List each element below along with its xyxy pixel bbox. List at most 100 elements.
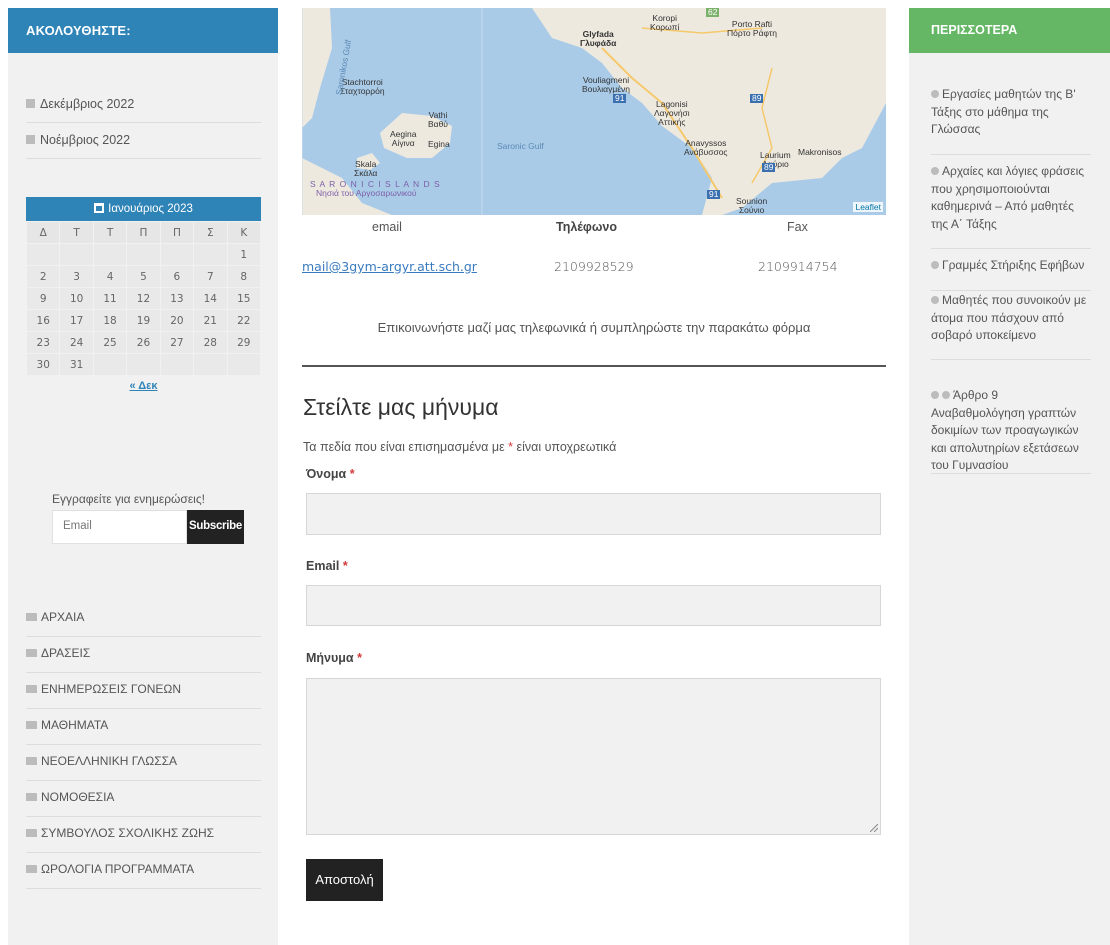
- calendar-day: 27: [159, 331, 195, 354]
- calendar-empty-cell: [25, 243, 61, 266]
- message-textarea[interactable]: [306, 678, 881, 835]
- calendar-day: 14: [193, 287, 228, 310]
- folder-icon: [26, 757, 37, 765]
- calendar-caption: Ιανουάριος 2023: [26, 197, 261, 221]
- bullet-icon: [931, 261, 939, 269]
- follow-header: ΑΚΟΛΟΥΘΗΣΤΕ:: [8, 8, 278, 53]
- map-label-koropi: Koropi Κορωπί: [650, 13, 680, 32]
- map-road-91: 91: [613, 93, 627, 103]
- calendar-day: 7: [193, 265, 228, 288]
- calendar-weekday: Π: [159, 221, 195, 244]
- folder-icon: [26, 613, 37, 621]
- name-input[interactable]: [306, 493, 881, 535]
- calendar-weekday: Σ: [193, 221, 228, 244]
- calendar-empty-cell: [193, 243, 228, 266]
- bullet-icon: [931, 90, 939, 98]
- calendar-empty-cell: [59, 243, 94, 266]
- calendar-day: 3: [59, 265, 94, 288]
- calendar-day: 5: [126, 265, 161, 288]
- calendar-day: 30: [25, 353, 61, 376]
- calendar-prev-month-link[interactable]: « Δεκ: [129, 380, 157, 392]
- email-label: Email *: [306, 559, 348, 573]
- calendar-day: 9: [25, 287, 61, 310]
- calendar-weekday: Π: [126, 221, 161, 244]
- category-link[interactable]: ΜΑΘΗΜΑΤΑ: [26, 709, 261, 745]
- calendar-day: 16: [25, 309, 61, 332]
- calendar-weekday: Κ: [226, 221, 262, 244]
- email-input[interactable]: [306, 585, 881, 626]
- calendar-day: 20: [159, 309, 195, 332]
- more-item-link[interactable]: Γραμμές Στήριξης Εφήβων: [931, 257, 1091, 291]
- calendar-weekday: Τ: [59, 221, 94, 244]
- subscribe-button[interactable]: Subscribe: [187, 510, 244, 544]
- category-link[interactable]: ΝΕΟΕΛΛΗΝΙΚΗ ΓΛΩΣΣΑ: [26, 745, 261, 781]
- map-road-62: 62: [706, 8, 720, 17]
- bullet-icon: [931, 167, 939, 175]
- message-label: Μήνυμα *: [306, 651, 362, 665]
- map-label-stachtoroi: Stachtorroi Σταχτορρόη: [340, 77, 385, 96]
- leaflet-attribution-link[interactable]: Leaflet: [853, 202, 883, 212]
- map-road-89: 89: [750, 93, 764, 103]
- map-road-91b: 91: [707, 189, 721, 199]
- map-label-egina: Egina: [428, 139, 450, 149]
- form-title: Στείλτε μας μήνυμα: [303, 394, 499, 420]
- subscribe-email-input[interactable]: Email: [52, 510, 187, 544]
- resize-handle-icon[interactable]: [870, 824, 878, 832]
- calendar-day: 22: [226, 309, 262, 332]
- contact-email-link[interactable]: mail@3gym-argyr.att.sch.gr: [302, 259, 477, 274]
- folder-icon: [26, 793, 37, 801]
- map-label-anavyssos: Anavyssos Ανάβυσσος: [684, 138, 728, 157]
- contact-fax-value: 2109914754: [758, 259, 838, 274]
- map-label-vathi: Vathi Βαθύ: [428, 110, 448, 129]
- contact-header-fax: Fax: [787, 220, 808, 234]
- calendar-day: 1: [226, 243, 262, 266]
- calendar-day: 4: [92, 265, 128, 288]
- archive-link-dec-2022[interactable]: Δεκέμβριος 2022: [26, 87, 261, 123]
- category-link[interactable]: ΩΡΟΛΟΓΙΑ ΠΡΟΓΡΑΜΜΑΤΑ: [26, 853, 261, 889]
- calendar-day: 12: [126, 287, 161, 310]
- calendar-day: 24: [59, 331, 94, 354]
- calendar-day: 2: [25, 265, 61, 288]
- calendar-day: 11: [92, 287, 128, 310]
- bullet-icon: [931, 391, 939, 399]
- category-link[interactable]: ΣΥΜΒΟΥΛΟΣ ΣΧΟΛΙΚΗΣ ΖΩΗΣ: [26, 817, 261, 853]
- calendar-widget: Ιανουάριος 2023 ΔΤΤΠΠΣΚ 1 2 3 4 5 6 7 8 9 10 11 12 1…: [25, 197, 262, 392]
- calendar-day: 8: [226, 265, 262, 288]
- category-link[interactable]: ΕΝΗΜΕΡΩΣΕΙΣ ΓΟΝΕΩΝ: [26, 673, 261, 709]
- folder-icon: [26, 685, 37, 693]
- calendar-day: 17: [59, 309, 94, 332]
- left-sidebar: ΑΚΟΛΟΥΘΗΣΤΕ: Δεκέμβριος 2022 Νοέμβριος 2…: [8, 8, 278, 945]
- map-label-aegina: Aegina Αίγινα: [390, 129, 417, 148]
- section-divider: [302, 365, 886, 367]
- more-item-link[interactable]: Εργασίες μαθητών της Β' Τάξης στο μάθημα…: [931, 86, 1091, 155]
- calendar-empty-cell: [226, 353, 262, 376]
- subscribe-label: Εγγραφείτε για ενημερώσεις!: [52, 492, 205, 506]
- map-label-glyfada: Glyfada Γλυφάδα: [580, 29, 617, 48]
- category-link[interactable]: ΝΟΜΟΘΕΣΙΑ: [26, 781, 261, 817]
- calendar-icon: [94, 203, 105, 213]
- name-label: Όνομα *: [306, 467, 355, 481]
- map-label-lagonisi: Lagonisi Λαγονήσι Αττικής: [654, 99, 690, 127]
- map-label-nisia: Νησιά του Αργοσαρωνικού: [316, 188, 417, 198]
- more-item-link[interactable]: Άρθρο 9 Αναβαθμολόγηση γραπτών δοκιμίων …: [931, 387, 1091, 474]
- calendar-day: 26: [126, 331, 161, 354]
- calendar-empty-cell: [159, 243, 195, 266]
- calendar-empty-cell: [126, 353, 161, 376]
- calendar-day: 13: [159, 287, 195, 310]
- more-item-link[interactable]: Αρχαίες και λόγιες φράσεις που χρησιμοπο…: [931, 163, 1091, 249]
- calendar-empty-cell: [193, 353, 228, 376]
- category-link[interactable]: ΑΡΧΑΙΑ: [26, 601, 261, 637]
- archive-link-nov-2022[interactable]: Νοέμβριος 2022: [26, 123, 261, 159]
- submit-button[interactable]: Αποστολή: [306, 859, 383, 901]
- calendar-day: 25: [92, 331, 128, 354]
- calendar-day: 28: [193, 331, 228, 354]
- calendar-day: 18: [92, 309, 128, 332]
- location-map[interactable]: Koropi Κορωπί Porto Rafti Πόρτο Ράφτη Glyf…: [302, 8, 886, 215]
- folder-icon: [26, 649, 37, 657]
- contact-intro-text: Επικοινωνήστε μαζί μας τηλεφωνικά ή συμπ…: [377, 320, 811, 335]
- bullet-icon: [931, 296, 939, 304]
- category-link[interactable]: ΔΡΑΣΕΙΣ: [26, 637, 261, 673]
- more-item-link[interactable]: Μαθητές που συνοικούν με άτομα που πάσχο…: [931, 292, 1091, 360]
- calendar-empty-cell: [92, 353, 128, 376]
- contact-header-email: email: [372, 220, 402, 234]
